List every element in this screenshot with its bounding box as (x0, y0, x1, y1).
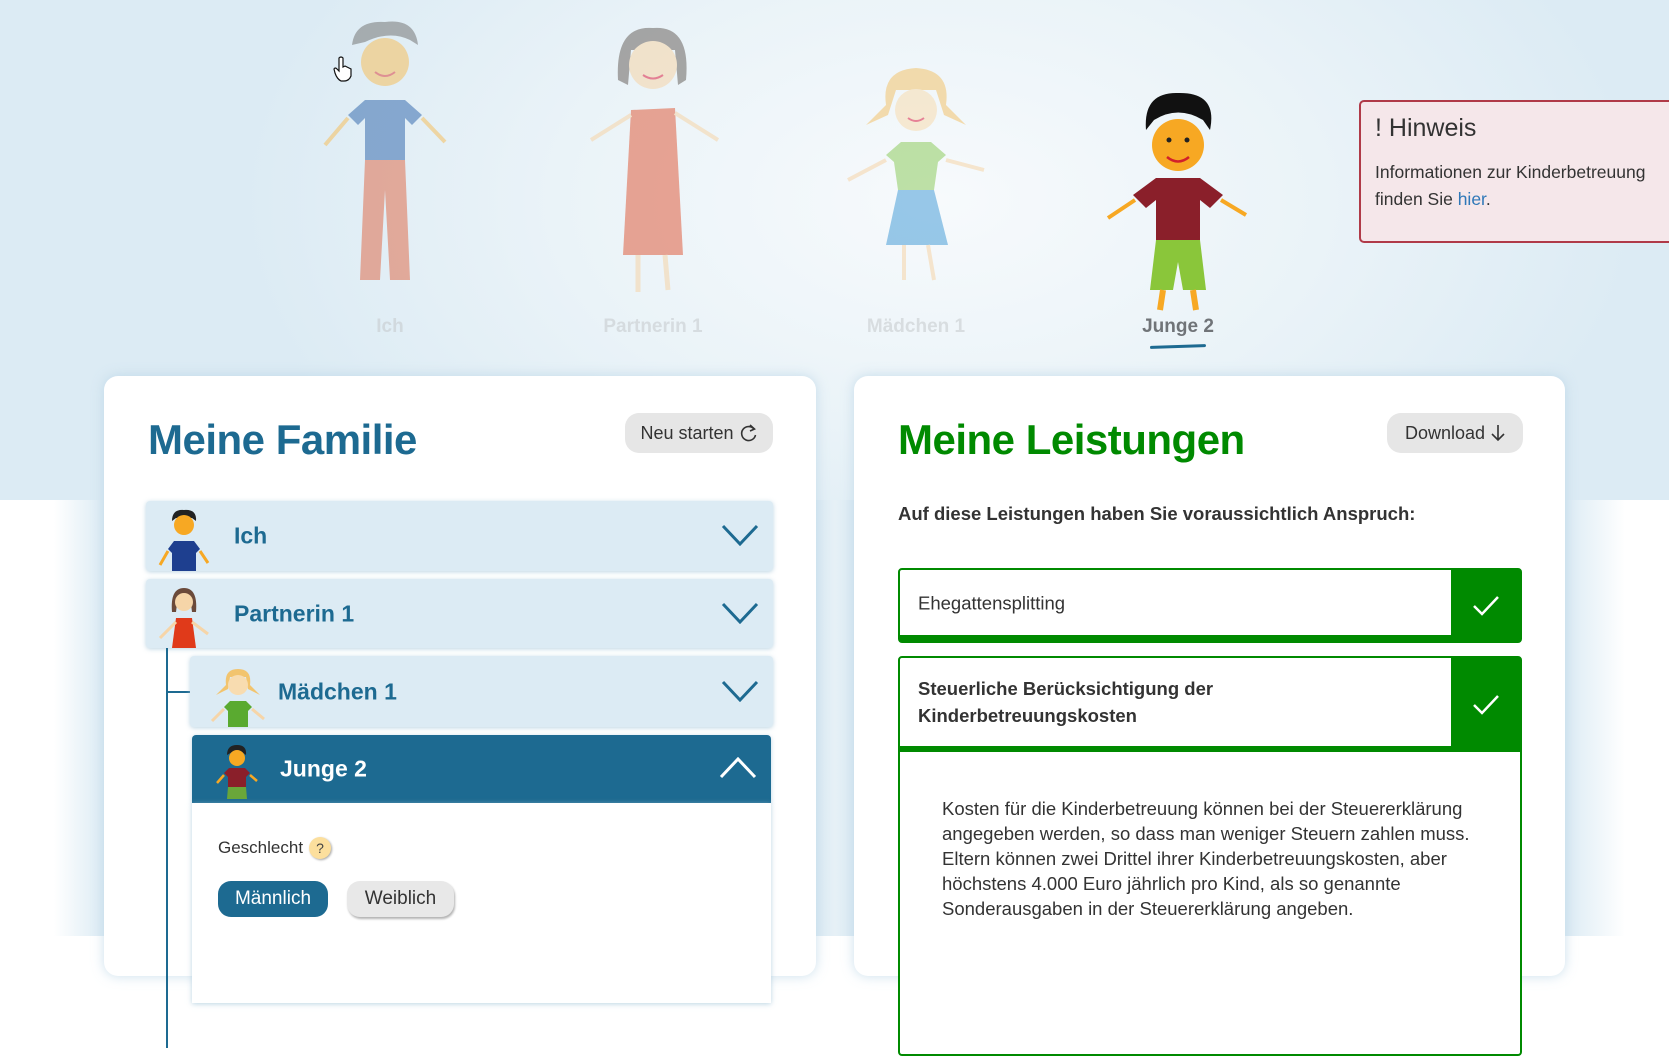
figure-ich[interactable]: Ich (290, 0, 490, 360)
hand-cursor-icon (333, 56, 352, 82)
hint-text-after: . (1485, 189, 1491, 209)
benefit-item-expanded[interactable]: Steuerliche Berücksichtigung der Kinderb… (898, 656, 1522, 1056)
benefits-title: Meine Leistungen (898, 416, 1245, 463)
benefits-card: Meine Leistungen Download Auf diese Leis… (854, 376, 1565, 1056)
benefit-title: Ehegattensplitting (918, 592, 1066, 613)
boy-drawing-icon (1106, 92, 1248, 311)
gender-label: Geschlecht (218, 838, 304, 857)
figure-maedchen[interactable]: Mädchen 1 (816, 0, 1016, 360)
restart-label: Neu starten (640, 422, 734, 443)
chevron-up-icon (719, 757, 757, 779)
avatar-junge-icon (216, 745, 258, 799)
checkmark-icon (1472, 595, 1499, 616)
member-label: Junge 2 (280, 755, 367, 782)
member-item-ich[interactable]: Ich (146, 501, 773, 571)
gender-option-maennlich[interactable]: Männlich (218, 881, 328, 917)
avatar-ich-icon (158, 509, 210, 571)
checkmark-icon (1472, 695, 1499, 715)
benefit-item[interactable]: Ehegattensplitting (898, 568, 1522, 643)
background-glow (816, 500, 854, 936)
benefit-title: Steuerliche Berücksichtigung der Kinderb… (918, 678, 1214, 726)
member-label: Partnerin 1 (234, 600, 355, 626)
background-glow (54, 500, 104, 936)
child-drawing-icon (323, 21, 447, 280)
avatar-maedchen-icon (210, 669, 265, 727)
avatar-partnerin-icon (158, 588, 209, 648)
download-label: Download (1404, 422, 1486, 443)
hint-box: ! Hinweis Informationen zur Kinderbetreu… (1359, 100, 1669, 243)
restart-button[interactable]: Neu starten (625, 413, 773, 453)
girl-drawing-icon (847, 68, 985, 281)
member-label: Mädchen 1 (278, 678, 397, 704)
family-title: Meine Familie (148, 416, 417, 463)
member-item-junge[interactable]: Junge 2 (192, 735, 771, 803)
adult-drawing-icon (589, 27, 720, 292)
active-underline (1149, 344, 1207, 349)
figure-label: Mädchen 1 (866, 316, 966, 337)
help-icon[interactable]: ? (309, 837, 332, 859)
gender-field: Geschlecht ? (218, 837, 332, 859)
member-item-partnerin[interactable]: Partnerin 1 (146, 579, 773, 648)
tree-connector (166, 691, 190, 693)
chevron-down-icon (721, 680, 759, 702)
member-item-maedchen[interactable]: Mädchen 1 (190, 656, 773, 727)
background-glow (1565, 500, 1625, 936)
gender-option-weiblich[interactable]: Weiblich (347, 881, 454, 917)
figure-junge[interactable]: Junge 2 (1078, 0, 1278, 360)
figure-label: Junge 2 (1142, 316, 1214, 337)
chevron-down-icon (721, 524, 759, 546)
hint-title: ! Hinweis (1375, 114, 1477, 142)
figure-label: Ich (376, 316, 404, 337)
member-label: Ich (234, 522, 268, 549)
benefit-description: Kosten für die Kinderbetreuung können be… (942, 798, 1470, 919)
eligible-badge (1451, 658, 1520, 752)
download-button[interactable]: Download (1387, 413, 1523, 453)
hint-text: Informationen zur Kinderbetreuung finden… (1375, 159, 1669, 213)
figure-partnerin[interactable]: Partnerin 1 (553, 0, 753, 360)
tree-connector (166, 648, 168, 1048)
hint-link[interactable]: hier (1458, 189, 1486, 209)
refresh-icon (740, 424, 756, 442)
member-details: Geschlecht ? Männlich Weiblich (192, 803, 771, 1003)
figure-label: Partnerin 1 (603, 316, 703, 337)
eligible-badge (1451, 570, 1520, 641)
family-card: Meine Familie Neu starten Ich Partnerin … (104, 376, 816, 1048)
chevron-down-icon (721, 602, 759, 624)
hint-text-before: Informationen zur Kinderbetreuung finden… (1375, 162, 1646, 209)
benefits-intro: Auf diese Leistungen haben Sie voraussic… (898, 503, 1416, 524)
arrow-down-icon (1491, 425, 1505, 442)
